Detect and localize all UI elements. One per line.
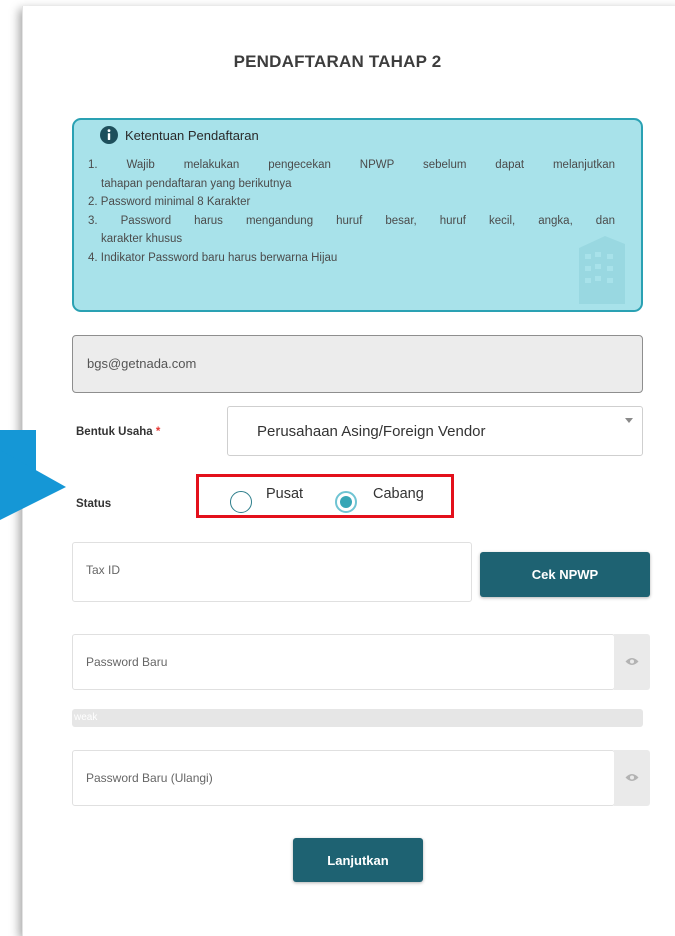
password-toggle[interactable] [614, 634, 650, 690]
eye-icon [625, 774, 639, 781]
bentuk-usaha-value: Perusahaan Asing/Foreign Vendor [257, 423, 486, 440]
radio-pusat[interactable] [230, 491, 252, 513]
required-mark: * [155, 426, 161, 438]
lanjutkan-button[interactable]: Lanjutkan [293, 838, 423, 882]
password-input[interactable]: Password Baru [72, 634, 615, 690]
bentuk-usaha-label-text: Bentuk Usaha [76, 426, 153, 438]
chevron-down-icon [625, 418, 633, 423]
info-item: 2. Password minimal 8 Karakter [88, 196, 251, 208]
info-item: 4. Indikator Password baru harus berwarn… [88, 251, 338, 264]
tax-id-input[interactable]: Tax ID [72, 542, 472, 602]
eye-icon [625, 658, 639, 665]
email-field[interactable]: bgs@getnada.com [72, 335, 643, 393]
page-title: PENDAFTARAN TAHAP 2 [233, 52, 442, 71]
info-icon [100, 126, 118, 144]
radio-pusat-label[interactable]: Pusat [266, 486, 303, 502]
password-strength-label: weak [74, 712, 98, 723]
status-label: Status [76, 498, 112, 510]
status-radio-group: Pusat Cabang [196, 474, 454, 518]
info-list: 1. Wajib melakukan pengecekan NPWP sebel… [88, 156, 615, 267]
info-item: 3. Password harus mengandung huruf besar… [88, 214, 615, 227]
password-confirm-toggle[interactable] [614, 750, 650, 806]
bentuk-usaha-select[interactable]: Perusahaan Asing/Foreign Vendor [227, 406, 643, 456]
info-item: karakter khusus [101, 233, 183, 245]
info-item: tahapan pendaftaran yang berikutnya [101, 177, 292, 190]
info-item: 1. Wajib melakukan pengecekan NPWP sebel… [88, 159, 615, 171]
info-header: Ketentuan Pendaftaran [100, 126, 259, 144]
info-title: Ketentuan Pendaftaran [125, 127, 259, 143]
bentuk-usaha-label: Bentuk Usaha * [76, 426, 160, 438]
password-strength-bar: weak [72, 709, 643, 727]
radio-cabang[interactable] [335, 491, 357, 513]
annotation-arrow-icon [0, 430, 66, 520]
radio-cabang-label[interactable]: Cabang [373, 486, 424, 502]
password-confirm-input[interactable]: Password Baru (Ulangi) [72, 750, 615, 806]
cek-npwp-button[interactable]: Cek NPWP [480, 552, 650, 597]
info-panel: Ketentuan Pendaftaran 1. Wajib melakukan… [72, 118, 643, 312]
